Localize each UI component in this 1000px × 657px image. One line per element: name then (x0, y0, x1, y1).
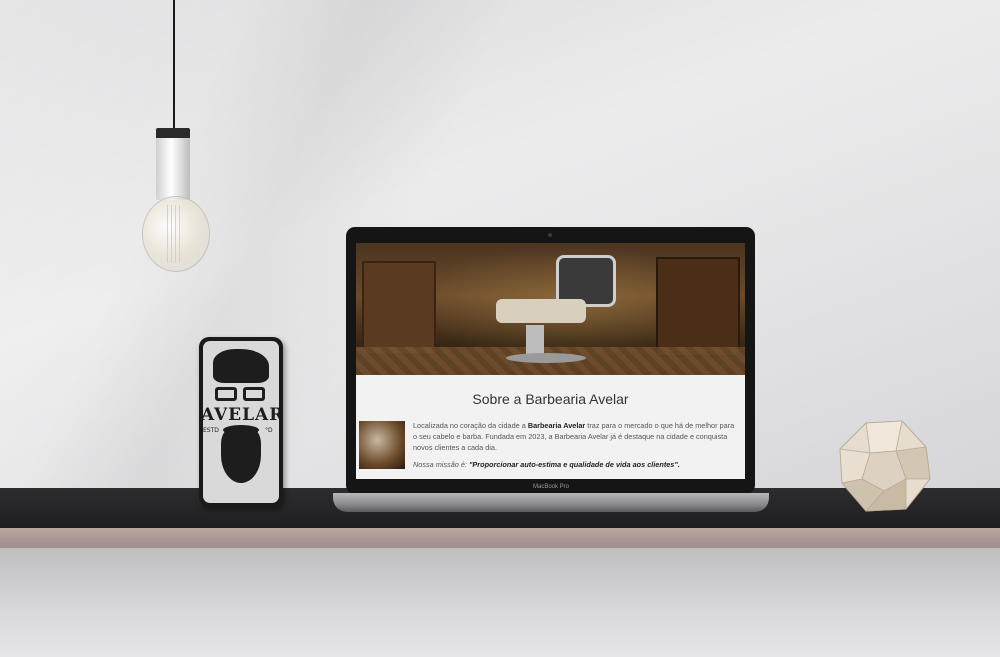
lamp-cord (173, 0, 175, 130)
hero-image (356, 243, 745, 375)
floor (0, 548, 1000, 657)
phone-logo-est-right: °D (265, 427, 273, 434)
phone-logo-text: AVELAR (203, 405, 279, 425)
about-brand-name: Barbearia Avelar (527, 421, 586, 430)
laptop-brand-label: MacBook Pro (532, 484, 569, 490)
phone-screen: AVELAR ESTD °D (203, 341, 279, 503)
lamp-socket (156, 128, 190, 200)
smartphone: AVELAR ESTD °D (199, 337, 283, 507)
about-thumbnail (359, 421, 405, 469)
about-title: Sobre a Barbearia Avelar (472, 391, 629, 407)
barber-chair-base (526, 325, 544, 355)
phone-logo-est-left: ESTD (203, 427, 219, 434)
barber-chair-foot (506, 353, 586, 363)
about-paragraph: Localizada no coração da cidade a Barbea… (413, 421, 735, 452)
webcam-icon (548, 233, 552, 237)
logo-glasses-icon (215, 387, 269, 401)
hero-cabinet-left (362, 261, 436, 355)
mission-quote: "Proporcionar auto-estima e qualidade de… (468, 460, 680, 469)
barber-chair-seat (496, 299, 586, 323)
bulb-filament (167, 205, 183, 263)
shelf-edge (0, 528, 1000, 548)
logo-beard-icon (221, 427, 261, 483)
geometric-sculpture (839, 420, 931, 512)
logo-hair-icon (213, 349, 269, 383)
hero-cabinet-right (656, 257, 740, 357)
about-mission: Nossa missão é: "Proporcionar auto-estim… (413, 460, 680, 469)
laptop-screen: Sobre a Barbearia Avelar Localizada no c… (356, 243, 745, 479)
laptop-base (333, 493, 769, 512)
